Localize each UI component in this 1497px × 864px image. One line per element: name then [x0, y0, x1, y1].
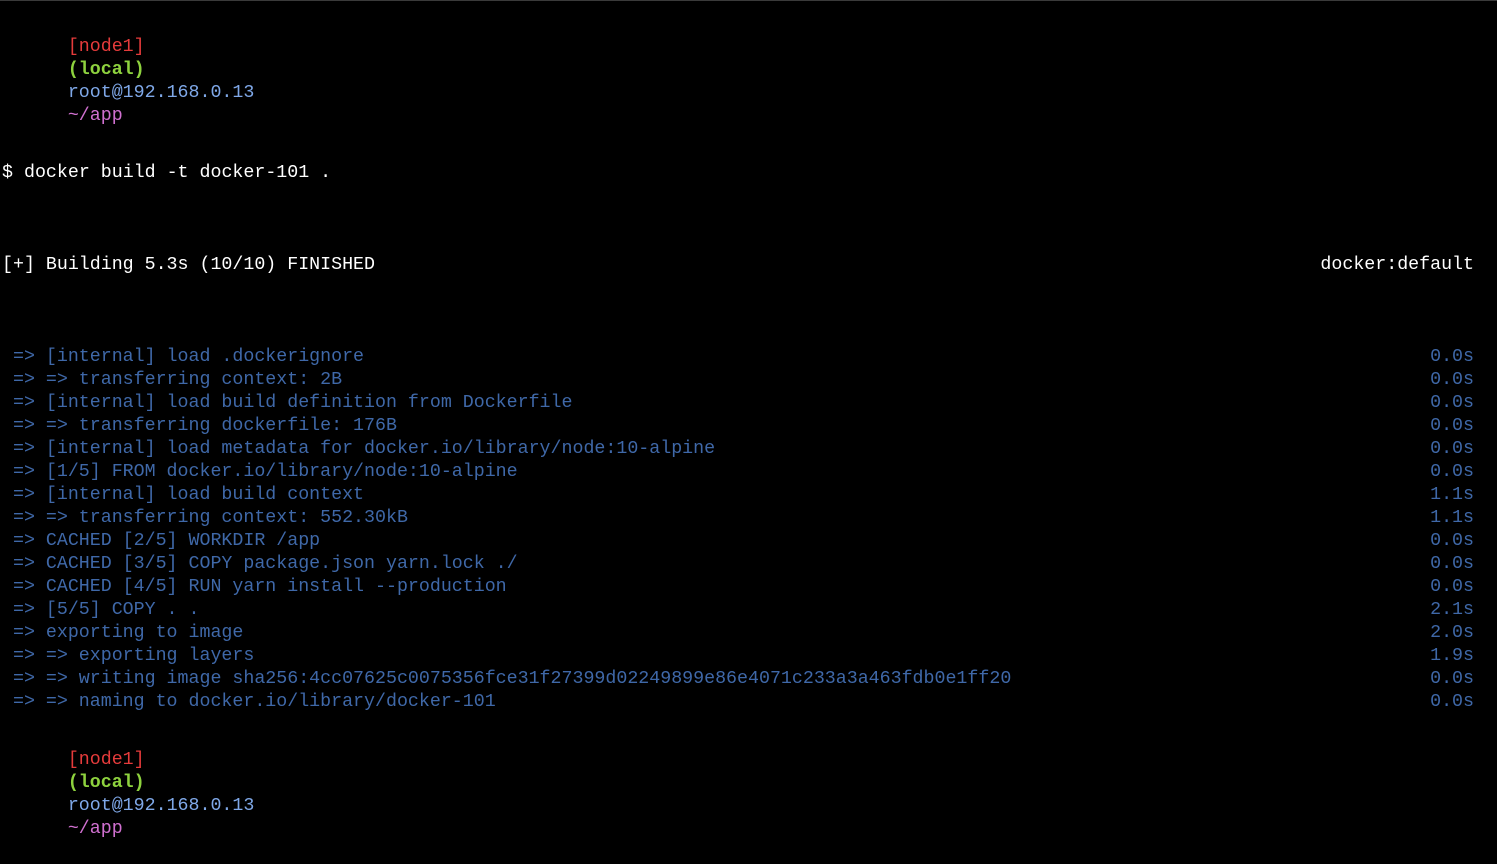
build-step-time: 0.0s	[1430, 416, 1474, 436]
build-step-text: => [internal] load build definition from…	[2, 393, 573, 413]
build-step-text: => => transferring context: 552.30kB	[2, 508, 408, 528]
prompt-node-tag: [node1]	[67, 36, 145, 57]
build-step-row: => => transferring context: 2B 0.0s	[2, 369, 1497, 392]
build-step-text: => [internal] load build context	[2, 485, 365, 505]
terminal-window[interactable]: [node1] (local) root@192.168.0.13 ~/app …	[0, 0, 1497, 839]
build-step-time: 1.1s	[1430, 485, 1474, 505]
build-step-row: => exporting to image 2.0s	[2, 622, 1497, 645]
build-step-time: 1.9s	[1430, 646, 1474, 666]
builder-name: docker:default	[1320, 255, 1474, 275]
build-step-row: => CACHED [3/5] COPY package.json yarn.l…	[2, 553, 1497, 576]
build-step-time: 0.0s	[1430, 692, 1474, 712]
build-step-row: => [5/5] COPY . . 2.1s	[2, 599, 1497, 622]
build-step-time: 0.0s	[1430, 393, 1474, 413]
build-step-row: => => exporting layers 1.9s	[2, 645, 1497, 668]
prompt-host: root@192.168.0.13	[67, 795, 255, 816]
build-step-time: 0.0s	[1430, 531, 1474, 551]
build-status: [+] Building 5.3s (10/10) FINISHED	[2, 255, 375, 275]
build-step-row: => CACHED [2/5] WORKDIR /app 0.0s	[2, 530, 1497, 553]
build-step-row: => [internal] load metadata for docker.i…	[2, 438, 1497, 461]
build-step-row: => [1/5] FROM docker.io/library/node:10-…	[2, 461, 1497, 484]
build-step-text: => => exporting layers	[2, 646, 255, 666]
build-step-row: => => transferring dockerfile: 176B 0.0s	[2, 415, 1497, 438]
prompt-symbol: $	[2, 163, 13, 183]
build-step-time: 0.0s	[1430, 439, 1474, 459]
prompt-line-top: [node1] (local) root@192.168.0.13 ~/app	[2, 37, 1497, 126]
build-step-time: 0.0s	[1430, 462, 1474, 482]
build-step-row: => => naming to docker.io/library/docker…	[2, 691, 1497, 714]
prompt-cwd: ~/app	[67, 105, 123, 126]
build-step-time: 0.0s	[1430, 347, 1474, 367]
build-step-text: => CACHED [3/5] COPY package.json yarn.l…	[2, 554, 518, 574]
prompt-host: root@192.168.0.13	[67, 82, 255, 103]
build-step-text: => CACHED [4/5] RUN yarn install --produ…	[2, 577, 507, 597]
prompt-local-tag: (local)	[67, 772, 145, 793]
build-step-text: => [internal] load metadata for docker.i…	[2, 439, 716, 459]
build-step-text: => CACHED [2/5] WORKDIR /app	[2, 531, 321, 551]
build-step-time: 2.1s	[1430, 600, 1474, 620]
command-text: docker build -t docker-101 .	[23, 163, 332, 183]
build-step-list: => [internal] load .dockerignore 0.0s => …	[2, 346, 1497, 714]
build-step-time: 0.0s	[1430, 669, 1474, 689]
build-step-row: => [internal] load build context 1.1s	[2, 484, 1497, 507]
build-step-text: => [internal] load .dockerignore	[2, 347, 365, 367]
command-line: $ docker build -t docker-101 .	[2, 162, 1497, 185]
build-step-row: => => transferring context: 552.30kB 1.1s	[2, 507, 1497, 530]
build-step-text: => => transferring context: 2B	[2, 370, 343, 390]
build-step-text: => => transferring dockerfile: 176B	[2, 416, 397, 436]
build-step-time: 1.1s	[1430, 508, 1474, 528]
build-step-row: => => writing image sha256:4cc07625c0075…	[2, 668, 1497, 691]
build-step-row: => [internal] load build definition from…	[2, 392, 1497, 415]
build-step-row: => CACHED [4/5] RUN yarn install --produ…	[2, 576, 1497, 599]
build-step-text: => [1/5] FROM docker.io/library/node:10-…	[2, 462, 518, 482]
build-header-line: [+] Building 5.3s (10/10) FINISHED docke…	[2, 254, 1497, 277]
build-step-row: => [internal] load .dockerignore 0.0s	[2, 346, 1497, 369]
build-step-text: => exporting to image	[2, 623, 244, 643]
build-step-text: => => naming to docker.io/library/docker…	[2, 692, 496, 712]
build-step-time: 0.0s	[1430, 577, 1474, 597]
prompt-node-tag: [node1]	[67, 749, 145, 770]
prompt-line-bottom: [node1] (local) root@192.168.0.13 ~/app	[2, 750, 1497, 839]
build-step-time: 0.0s	[1430, 554, 1474, 574]
build-step-time: 0.0s	[1430, 370, 1474, 390]
build-step-text: => => writing image sha256:4cc07625c0075…	[2, 669, 1012, 689]
build-step-text: => [5/5] COPY . .	[2, 600, 200, 620]
prompt-local-tag: (local)	[67, 59, 145, 80]
prompt-cwd: ~/app	[67, 818, 123, 839]
build-step-time: 2.0s	[1430, 623, 1474, 643]
